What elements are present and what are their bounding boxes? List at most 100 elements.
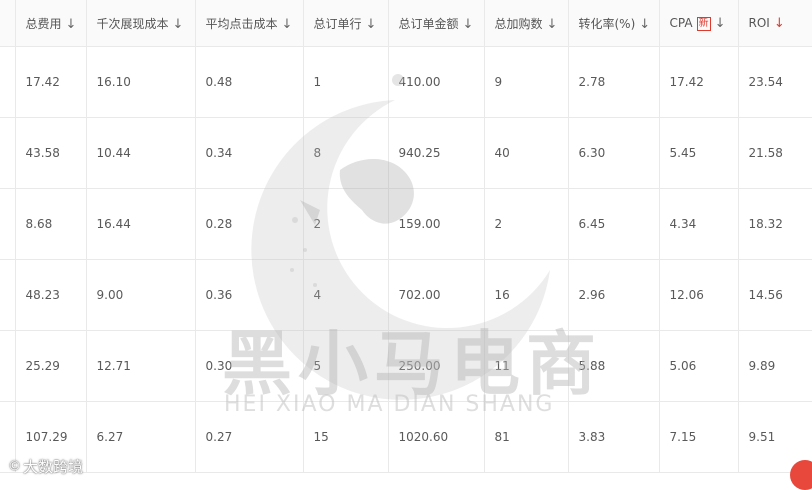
table-cell: 16.10: [86, 46, 196, 118]
table-cell: 0.27: [195, 401, 304, 473]
brand-logo-icon: ©: [8, 459, 21, 474]
table-cell: [0, 46, 16, 118]
table-row: 43.58 10.44 0.34 8 940.25 40 6.30 5.45 21.58: [0, 117, 812, 189]
table-cell: 0.28: [195, 188, 304, 260]
table-cell: 0.34: [195, 117, 304, 189]
table-cell: 6.45: [568, 188, 660, 260]
table-cell: 12.71: [86, 330, 196, 402]
table-cell: 14.56: [738, 259, 812, 331]
table-row: 17.42 16.10 0.48 1 410.00 9 2.78 17.42 23.54: [0, 46, 812, 118]
table-cell: 5.06: [659, 330, 739, 402]
campaign-metrics-table: 总费用 ↓ 千次展现成本 ↓ 平均点击成本 ↓ 总订单行 ↓ 总订单金额 ↓ 总加购数 ↓ 转化率(%)…: [0, 0, 812, 473]
corner-brand-watermark: © 大数跨境: [8, 456, 83, 477]
table-cell: 17.42: [15, 46, 87, 118]
sort-arrow-icon[interactable]: ↓: [282, 17, 293, 32]
floating-help-button[interactable]: [790, 460, 812, 490]
table-cell: 21.58: [738, 117, 812, 189]
column-header-1[interactable]: 总费用 ↓: [15, 0, 87, 47]
new-badge: 新: [696, 16, 711, 31]
sort-arrow-icon[interactable]: ↓: [715, 16, 726, 31]
table-cell: 1: [303, 46, 389, 118]
table-cell: 48.23: [15, 259, 87, 331]
table-cell: 2: [303, 188, 389, 260]
column-header-label: 总费用: [25, 16, 62, 31]
table-cell: 0.48: [195, 46, 304, 118]
table-cell: 9: [484, 46, 569, 118]
table-cell: 5.88: [568, 330, 660, 402]
table-cell: 40: [484, 117, 569, 189]
sort-arrow-icon[interactable]: ↓: [66, 17, 77, 32]
data-table-container: 总费用 ↓ 千次展现成本 ↓ 平均点击成本 ↓ 总订单行 ↓ 总订单金额 ↓ 总加购数 ↓ 转化率(%)…: [0, 0, 812, 482]
column-header-2[interactable]: 千次展现成本 ↓: [86, 0, 196, 47]
table-cell: 2: [484, 188, 569, 260]
column-header-9[interactable]: ROI ↓: [738, 0, 812, 47]
table-body: 17.42 16.10 0.48 1 410.00 9 2.78 17.42 23.54 43.5…: [0, 46, 812, 473]
table-cell: 159.00: [388, 188, 485, 260]
table-cell: [0, 117, 16, 189]
sort-arrow-icon[interactable]: ↓: [639, 17, 650, 32]
column-header-0: [0, 0, 16, 47]
table-cell: 9.00: [86, 259, 196, 331]
sort-arrow-icon[interactable]: ↓: [774, 16, 785, 31]
table-cell: 250.00: [388, 330, 485, 402]
column-header-label: ROI: [748, 15, 770, 30]
table-cell: 17.42: [659, 46, 739, 118]
table-cell: 11: [484, 330, 569, 402]
table-cell: 410.00: [388, 46, 485, 118]
column-header-6[interactable]: 总加购数 ↓: [484, 0, 569, 47]
column-header-5[interactable]: 总订单金额 ↓: [388, 0, 485, 47]
table-cell: 0.36: [195, 259, 304, 331]
table-cell: 7.15: [659, 401, 739, 473]
table-cell: [0, 330, 16, 402]
table-cell: 3.83: [568, 401, 660, 473]
table-row: 107.29 6.27 0.27 15 1020.60 81 3.83 7.15 9.51: [0, 401, 812, 473]
table-cell: 5.45: [659, 117, 739, 189]
table-row: 8.68 16.44 0.28 2 159.00 2 6.45 4.34 18.32: [0, 188, 812, 260]
sort-arrow-icon[interactable]: ↓: [366, 17, 377, 32]
brand-text: 大数跨境: [23, 458, 84, 476]
table-cell: 8.68: [15, 188, 87, 260]
table-cell: 15: [303, 401, 389, 473]
table-cell: 16.44: [86, 188, 196, 260]
table-cell: 23.54: [738, 46, 812, 118]
table-cell: 702.00: [388, 259, 485, 331]
sort-arrow-icon[interactable]: ↓: [547, 17, 558, 32]
table-row: 25.29 12.71 0.30 5 250.00 11 5.88 5.06 9.89: [0, 330, 812, 402]
table-cell: 2.78: [568, 46, 660, 118]
table-cell: 2.96: [568, 259, 660, 331]
table-cell: 25.29: [15, 330, 87, 402]
table-header-row: 总费用 ↓ 千次展现成本 ↓ 平均点击成本 ↓ 总订单行 ↓ 总订单金额 ↓ 总加购数 ↓ 转化率(%)…: [0, 0, 812, 47]
table-cell: 5: [303, 330, 389, 402]
table-cell: 18.32: [738, 188, 812, 260]
column-header-3[interactable]: 平均点击成本 ↓: [195, 0, 304, 47]
column-header-8[interactable]: CPA 新 ↓: [659, 0, 739, 47]
table-cell: 10.44: [86, 117, 196, 189]
column-header-label: 总订单金额: [398, 16, 459, 31]
table-cell: [0, 259, 16, 331]
column-header-label: 千次展现成本: [96, 16, 169, 31]
table-row: 48.23 9.00 0.36 4 702.00 16 2.96 12.06 14.56: [0, 259, 812, 331]
column-header-label: 平均点击成本: [205, 16, 278, 31]
table-cell: 4.34: [659, 188, 739, 260]
table-cell: 12.06: [659, 259, 739, 331]
column-header-4[interactable]: 总订单行 ↓: [303, 0, 389, 47]
table-cell: 43.58: [15, 117, 87, 189]
table-cell: [0, 188, 16, 260]
table-cell: 0.30: [195, 330, 304, 402]
table-cell: 9.89: [738, 330, 812, 402]
table-cell: 81: [484, 401, 569, 473]
table-cell: 940.25: [388, 117, 485, 189]
column-header-7[interactable]: 转化率(%) ↓: [568, 0, 660, 47]
table-cell: 1020.60: [388, 401, 485, 473]
column-header-label: 总加购数: [494, 16, 543, 31]
table-cell: 4: [303, 259, 389, 331]
column-header-label: 转化率(%): [578, 16, 636, 31]
column-header-label: 总订单行: [313, 16, 362, 31]
table-cell: 6.27: [86, 401, 196, 473]
column-header-label: CPA: [669, 15, 693, 30]
sort-arrow-icon[interactable]: ↓: [463, 17, 474, 32]
table-cell: 8: [303, 117, 389, 189]
table-cell: 6.30: [568, 117, 660, 189]
table-cell: 16: [484, 259, 569, 331]
sort-arrow-icon[interactable]: ↓: [173, 17, 184, 32]
